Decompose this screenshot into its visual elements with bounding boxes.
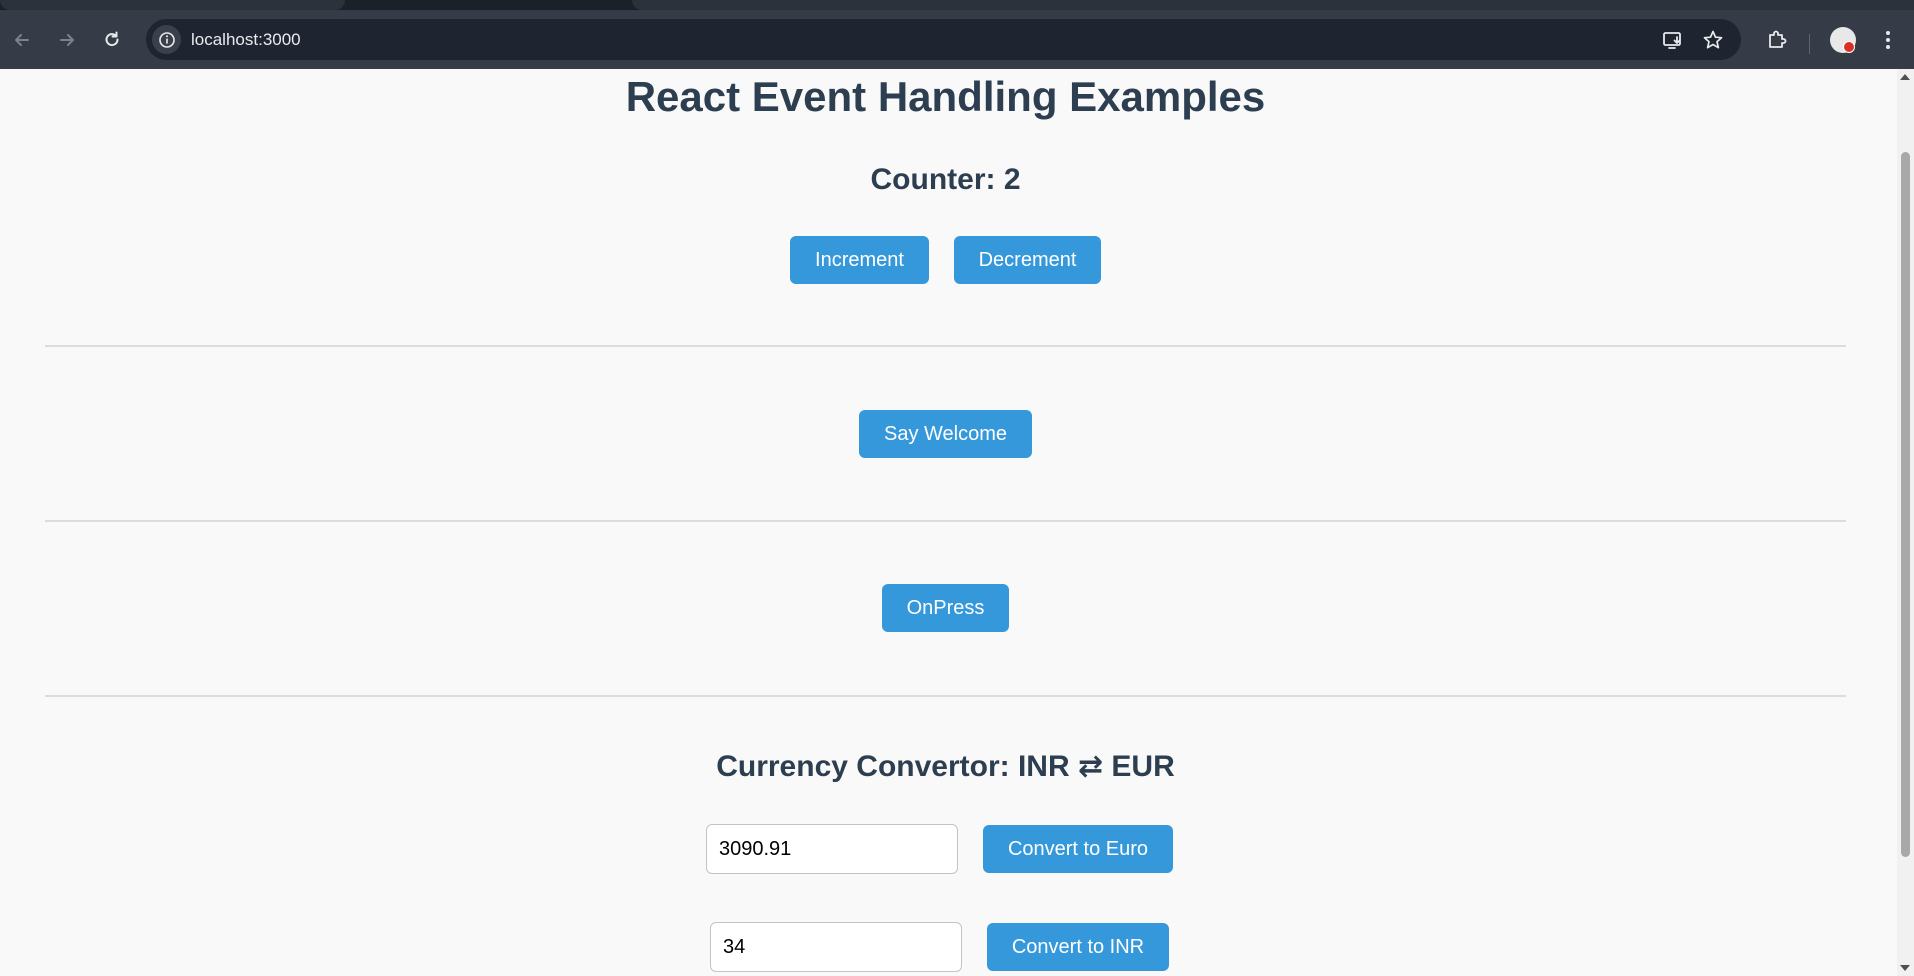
decrement-button[interactable]: Decrement bbox=[954, 236, 1101, 284]
info-icon bbox=[158, 31, 175, 48]
convert-to-euro-button[interactable]: Convert to Euro bbox=[983, 825, 1173, 873]
back-button[interactable] bbox=[8, 26, 36, 54]
section-divider bbox=[45, 520, 1846, 522]
profile-alert-badge bbox=[1843, 41, 1855, 53]
install-app-button[interactable] bbox=[1662, 29, 1684, 51]
site-info-button[interactable] bbox=[152, 25, 181, 54]
page-title: React Event Handling Examples bbox=[625, 73, 1266, 120]
kebab-menu-icon bbox=[1886, 31, 1890, 49]
install-app-icon bbox=[1663, 32, 1681, 49]
vertical-scrollbar[interactable] bbox=[1897, 69, 1914, 976]
forward-button[interactable] bbox=[53, 26, 81, 54]
say-welcome-button[interactable]: Say Welcome bbox=[859, 410, 1032, 458]
address-bar[interactable]: localhost:3000 bbox=[146, 19, 1741, 60]
counter-heading: Counter: 2 bbox=[870, 163, 1021, 196]
toolbar-divider bbox=[1809, 34, 1810, 54]
scroll-down-arrow-icon[interactable] bbox=[1900, 965, 1910, 971]
scrollbar-thumb[interactable] bbox=[1901, 152, 1910, 857]
bookmark-button[interactable] bbox=[1702, 29, 1724, 51]
page-content: React Event Handling Examples Counter: 2… bbox=[0, 69, 1897, 976]
puzzle-icon bbox=[1769, 30, 1787, 48]
back-arrow-icon bbox=[15, 34, 29, 46]
onpress-button[interactable]: OnPress bbox=[882, 584, 1009, 632]
url-text[interactable]: localhost:3000 bbox=[191, 30, 301, 50]
browser-tab[interactable] bbox=[632, 0, 1914, 10]
eur-amount-input[interactable] bbox=[710, 922, 962, 972]
currency-heading: Currency Convertor: INR ⇄ EUR bbox=[716, 750, 1175, 783]
scroll-up-arrow-icon[interactable] bbox=[1900, 74, 1910, 80]
extensions-button[interactable] bbox=[1763, 26, 1791, 54]
browser-toolbar: localhost:3000 bbox=[0, 10, 1914, 69]
browser-tab[interactable] bbox=[0, 0, 345, 10]
star-icon bbox=[1703, 30, 1723, 49]
browser-menu-button[interactable] bbox=[1874, 26, 1902, 54]
section-divider bbox=[45, 345, 1846, 347]
convert-to-inr-button[interactable]: Convert to INR bbox=[987, 923, 1169, 971]
tab-strip bbox=[0, 0, 1914, 10]
reload-button[interactable] bbox=[98, 26, 126, 54]
inr-amount-input[interactable] bbox=[706, 824, 958, 874]
forward-arrow-icon bbox=[60, 34, 74, 46]
reload-icon bbox=[105, 31, 119, 47]
section-divider bbox=[45, 695, 1846, 697]
increment-button[interactable]: Increment bbox=[790, 236, 929, 284]
